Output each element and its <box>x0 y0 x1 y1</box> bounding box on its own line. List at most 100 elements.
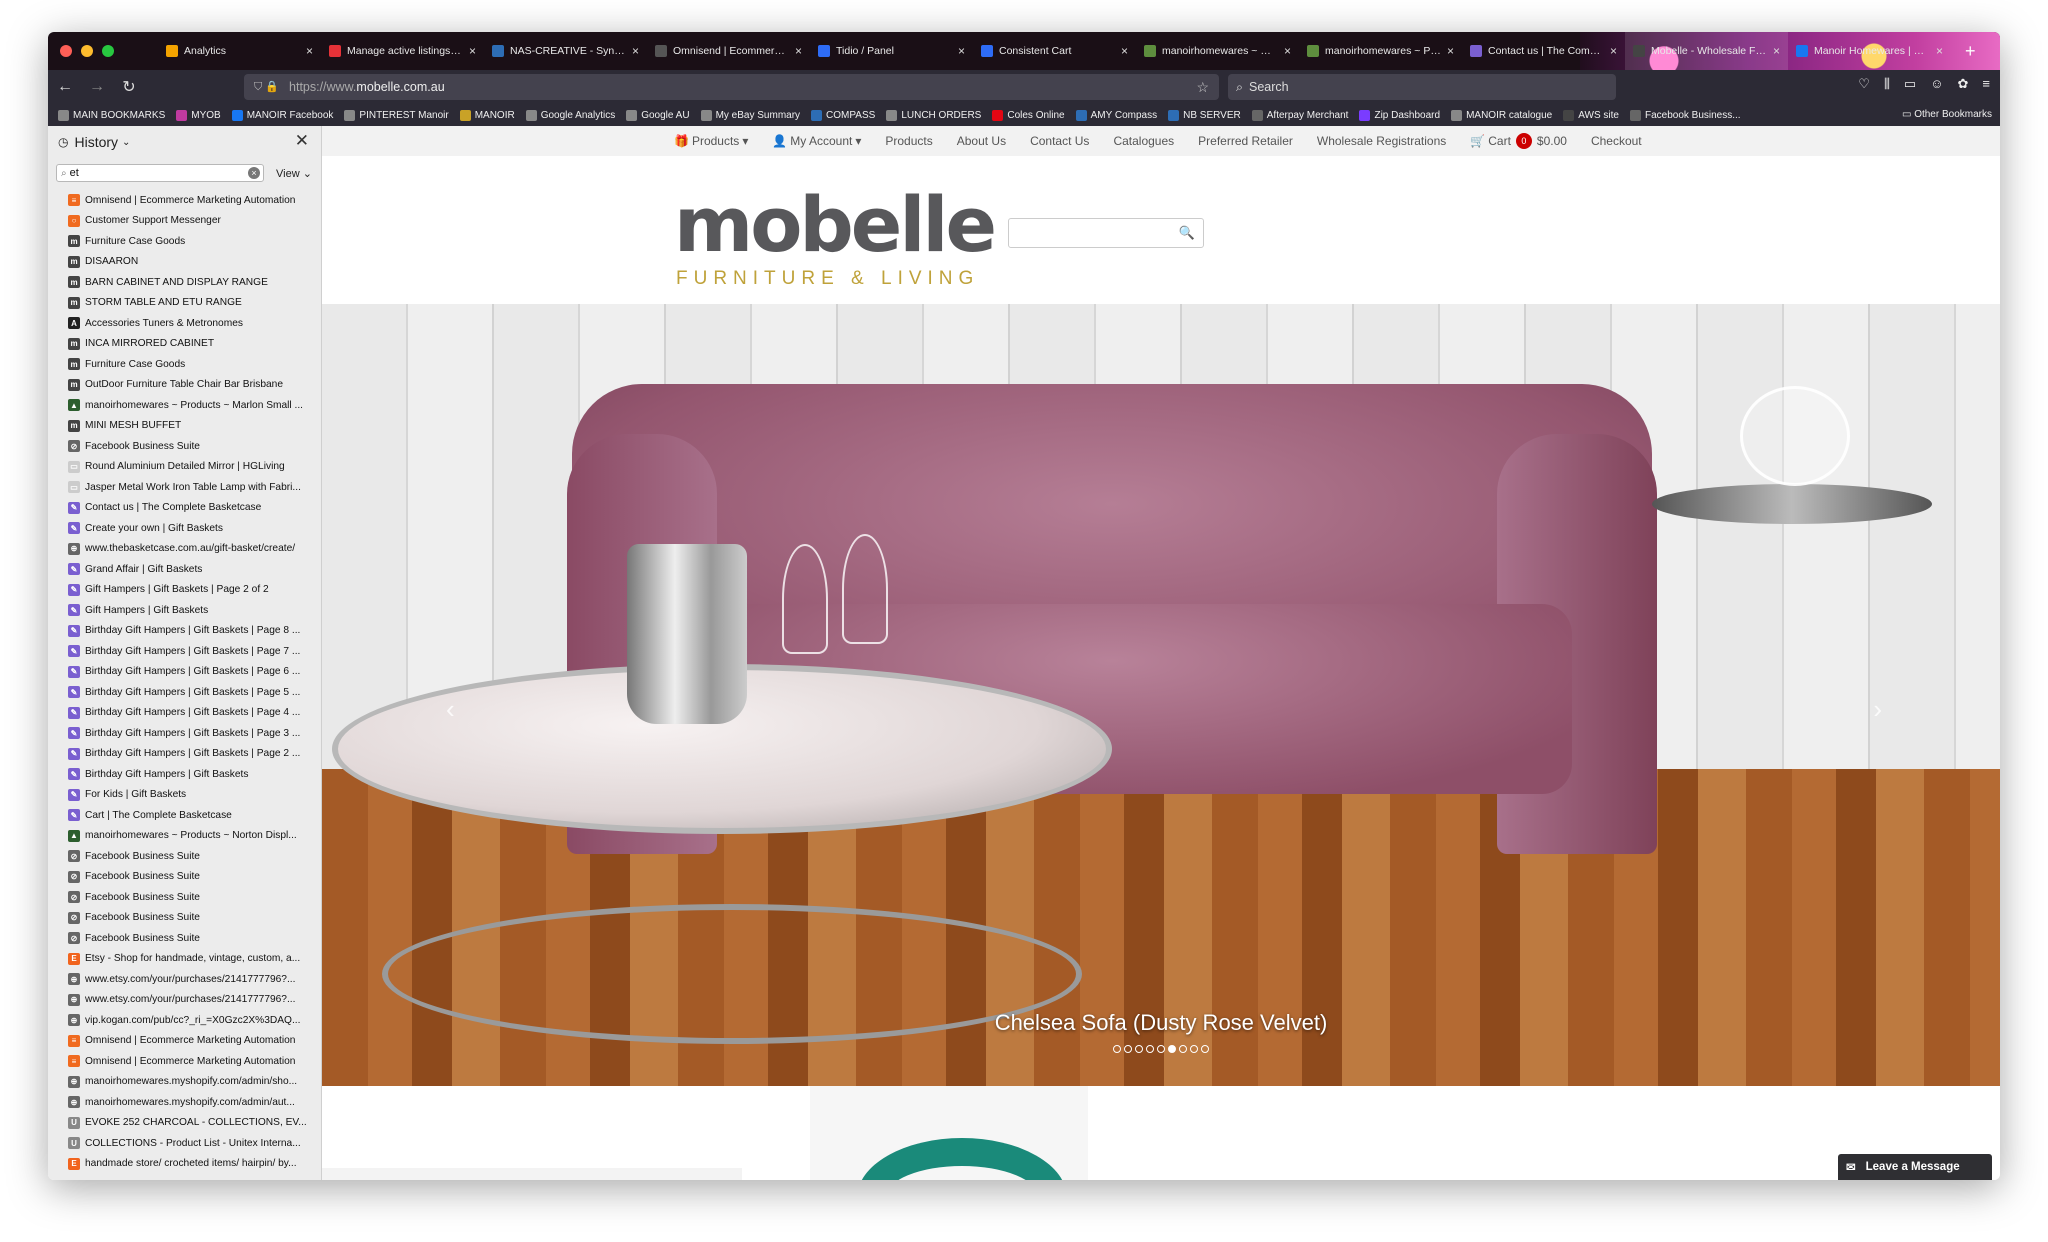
history-item[interactable]: ✎ Birthday Gift Hampers | Gift Baskets | … <box>48 621 321 642</box>
nav-about-link[interactable]: About Us <box>957 134 1006 148</box>
slider-dot[interactable] <box>1201 1045 1209 1053</box>
history-item[interactable]: m DISAARON <box>48 252 321 273</box>
history-item[interactable]: ≡ Omnisend | Ecommerce Marketing Automati… <box>48 1031 321 1052</box>
history-item[interactable]: ⊘ Facebook Business Suite <box>48 846 321 867</box>
pocket-icon[interactable]: ♡ <box>1858 76 1870 92</box>
slider-dot[interactable] <box>1113 1045 1121 1053</box>
history-item[interactable]: ⊘ Facebook Business Suite <box>48 887 321 908</box>
products-menu[interactable]: 🎁 Products ▾ <box>674 134 748 148</box>
history-item[interactable]: ⊕ manoirhomewares.myshopify.com/admin/aut… <box>48 1092 321 1113</box>
cart-link[interactable]: 🛒 Cart 0 $0.00 <box>1470 133 1567 149</box>
history-item[interactable]: m STORM TABLE AND ETU RANGE <box>48 293 321 314</box>
site-search-input[interactable]: 🔍 <box>1008 218 1204 248</box>
browser-tab[interactable]: Consistent Cart × <box>973 32 1136 70</box>
history-item[interactable]: ✎ Birthday Gift Hampers | Gift Baskets | … <box>48 744 321 765</box>
zoom-window-button[interactable] <box>102 45 114 57</box>
nav-wholesale-link[interactable]: Wholesale Registrations <box>1317 134 1446 148</box>
history-item[interactable]: ✎ Gift Hampers | Gift Baskets <box>48 600 321 621</box>
browser-tab[interactable]: Omnisend | Ecommerce Marketing × <box>647 32 810 70</box>
browser-tab[interactable]: Manage active listings - eBay × <box>321 32 484 70</box>
site-logo[interactable]: mobelle <box>674 180 997 269</box>
history-item[interactable]: m OutDoor Furniture Table Chair Bar Brisb… <box>48 375 321 396</box>
history-item[interactable]: ⊕ www.etsy.com/your/purchases/2141777796?… <box>48 969 321 990</box>
view-dropdown[interactable]: View ⌄ <box>276 167 312 180</box>
history-item[interactable]: ⊕ www.thebasketcase.com.au/gift-basket/cr… <box>48 539 321 560</box>
history-item[interactable]: ▲ manoirhomewares ~ Products ~ Norton Dis… <box>48 826 321 847</box>
browser-tab[interactable]: NAS-CREATIVE - Synology × <box>484 32 647 70</box>
history-item[interactable]: ✎ Birthday Gift Hampers | Gift Baskets | … <box>48 703 321 724</box>
search-icon[interactable]: 🔍 <box>1179 225 1195 241</box>
history-item[interactable]: ⊕ www.etsy.com/your/purchases/2141777796?… <box>48 990 321 1011</box>
nav-preferred-retailer-link[interactable]: Preferred Retailer <box>1198 134 1293 148</box>
close-tab-icon[interactable]: × <box>306 44 313 58</box>
history-item[interactable]: ≡ Omnisend | Ecommerce Marketing Automati… <box>48 190 321 211</box>
bookmark-item[interactable]: AWS site <box>1563 109 1619 121</box>
forward-button[interactable]: → <box>82 72 112 102</box>
slider-prev-arrow[interactable]: ‹ <box>446 694 455 725</box>
slider-dot[interactable] <box>1168 1045 1176 1053</box>
browser-tab[interactable]: Analytics × <box>158 32 321 70</box>
history-search-input[interactable]: ⌕ et × <box>56 164 264 182</box>
bookmark-item[interactable]: MYOB <box>176 109 221 121</box>
slider-dot[interactable] <box>1157 1045 1165 1053</box>
bookmark-item[interactable]: Afterpay Merchant <box>1251 109 1348 121</box>
slider-dot[interactable] <box>1135 1045 1143 1053</box>
checkout-link[interactable]: Checkout <box>1591 134 1642 148</box>
slider-dot[interactable] <box>1179 1045 1187 1053</box>
minimize-window-button[interactable] <box>81 45 93 57</box>
bookmark-item[interactable]: MANOIR Facebook <box>231 109 333 121</box>
history-item[interactable]: ⊘ Facebook Business Suite <box>48 908 321 929</box>
bookmark-item[interactable]: PINTEREST Manoir <box>344 109 449 121</box>
close-window-button[interactable] <box>60 45 72 57</box>
close-tab-icon[interactable]: × <box>958 44 965 58</box>
history-item[interactable]: ✎ For Kids | Gift Baskets <box>48 785 321 806</box>
bookmark-star-icon[interactable]: ☆ <box>1196 79 1209 96</box>
slider-dot[interactable] <box>1124 1045 1132 1053</box>
slider-dot[interactable] <box>1190 1045 1198 1053</box>
bookmark-item[interactable]: AMY Compass <box>1075 109 1157 121</box>
clear-search-button[interactable]: × <box>248 167 260 179</box>
browser-tab[interactable]: Contact us | The Complete Basketcase × <box>1462 32 1625 70</box>
bookmark-item[interactable]: LUNCH ORDERS <box>886 109 981 121</box>
extension-icon[interactable]: ✿ <box>1958 76 1969 92</box>
browser-tab[interactable]: Mobelle - Wholesale Furniture × <box>1625 32 1788 70</box>
history-item[interactable]: U COLLECTIONS - Product List - Unitex Int… <box>48 1133 321 1154</box>
history-item[interactable]: m BARN CABINET AND DISPLAY RANGE <box>48 272 321 293</box>
history-item[interactable]: ▭ Jasper Metal Work Iron Table Lamp with … <box>48 477 321 498</box>
browser-tab[interactable]: manoirhomewares ~ Orders × <box>1136 32 1299 70</box>
close-tab-icon[interactable]: × <box>469 44 476 58</box>
history-item[interactable]: ⊕ vip.kogan.com/pub/cc?_ri_=X0Gzc2X%3DAQ.… <box>48 1010 321 1031</box>
history-item[interactable]: m Furniture Case Goods <box>48 231 321 252</box>
history-item[interactable]: ⊘ Facebook Business Suite <box>48 436 321 457</box>
nav-contact-link[interactable]: Contact Us <box>1030 134 1089 148</box>
close-sidebar-button[interactable]: ✕ <box>295 131 309 151</box>
library-icon[interactable]: ⫼ <box>1884 76 1890 92</box>
slider-dot[interactable] <box>1146 1045 1154 1053</box>
history-item[interactable]: ✎ Contact us | The Complete Basketcase <box>48 498 321 519</box>
history-item[interactable]: U EVOKE 252 CHARCOAL - COLLECTIONS, EV... <box>48 1113 321 1134</box>
history-item[interactable]: ▭ Round Aluminium Detailed Mirror | HGLiv… <box>48 457 321 478</box>
history-item[interactable]: A Accessories Tuners & Metronomes <box>48 313 321 334</box>
search-input[interactable]: ⌕ Search <box>1228 74 1616 100</box>
bookmark-item[interactable]: Zip Dashboard <box>1359 109 1440 121</box>
close-tab-icon[interactable]: × <box>795 44 802 58</box>
close-tab-icon[interactable]: × <box>1284 44 1291 58</box>
bookmark-item[interactable]: COMPASS <box>811 109 875 121</box>
bookmark-item[interactable]: NB SERVER <box>1168 109 1241 121</box>
url-bar[interactable]: ⛉ 🔒 https://www. mobelle.com.au ☆ <box>244 74 1219 100</box>
other-bookmarks[interactable]: ▭ Other Bookmarks <box>1902 109 1992 120</box>
history-item[interactable]: ▲ manoirhomewares ~ Products ~ Marlon Sma… <box>48 395 321 416</box>
account-menu[interactable]: 👤 My Account ▾ <box>772 134 861 148</box>
history-item[interactable]: ✎ Birthday Gift Hampers | Gift Baskets <box>48 764 321 785</box>
history-item[interactable]: ✎ Cart | The Complete Basketcase <box>48 805 321 826</box>
history-item[interactable]: ✎ Birthday Gift Hampers | Gift Baskets | … <box>48 662 321 683</box>
close-tab-icon[interactable]: × <box>1447 44 1454 58</box>
bookmark-item[interactable]: MANOIR <box>459 109 515 121</box>
back-button[interactable]: ← <box>50 72 80 102</box>
bookmark-item[interactable]: Google Analytics <box>525 109 615 121</box>
slider-next-arrow[interactable]: › <box>1873 694 1882 725</box>
close-tab-icon[interactable]: × <box>1610 44 1617 58</box>
history-item[interactable]: ✎ Birthday Gift Hampers | Gift Baskets | … <box>48 723 321 744</box>
bookmark-item[interactable]: Google AU <box>626 109 690 121</box>
menu-icon[interactable]: ≡ <box>1982 76 1990 92</box>
